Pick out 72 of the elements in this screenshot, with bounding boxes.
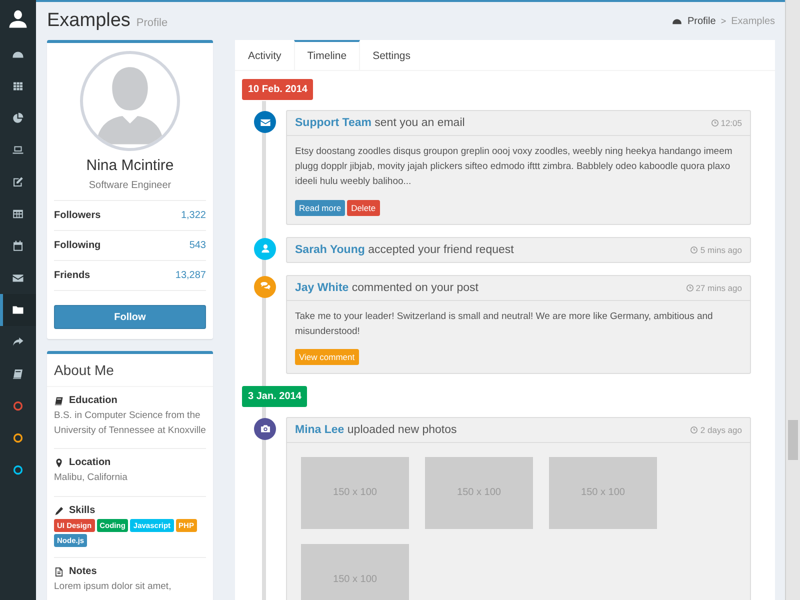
clock-icon — [690, 426, 698, 434]
table-icon — [12, 208, 24, 220]
camera-icon — [260, 423, 270, 434]
stat-value[interactable]: 543 — [189, 240, 206, 251]
profile-role: Software Engineer — [88, 180, 172, 191]
breadcrumb-link[interactable]: Examples — [731, 16, 775, 26]
page-subtitle: Profile — [136, 17, 168, 29]
share-icon — [12, 336, 24, 348]
book-icon — [54, 396, 64, 406]
clock-icon — [690, 246, 698, 254]
stat-label: Friends — [54, 270, 90, 281]
clock-icon — [710, 119, 719, 127]
user-icon — [8, 9, 28, 29]
section-title: Skills — [69, 505, 96, 516]
timeline-text: Take me to your leader! Switzerland is small and neutral! We are more like Germany, ambitious and misunderstood! — [294, 310, 714, 339]
tab[interactable]: Settings — [360, 40, 424, 70]
stat-label: Following — [54, 240, 101, 251]
circle-icon — [12, 432, 24, 444]
pie-chart-icon — [12, 112, 24, 124]
timeline-time: 12:05 — [720, 118, 742, 128]
date-label: 10 Feb. 2014 — [242, 79, 314, 100]
circle-icon — [12, 400, 24, 412]
mail-icon — [12, 272, 24, 284]
timeline-time: 27 mins ago — [696, 282, 742, 293]
author-link[interactable]: Jay White — [295, 282, 349, 294]
tab[interactable]: Activity — [235, 40, 294, 70]
section-title: Notes — [69, 566, 97, 578]
action-button[interactable]: Delete — [347, 200, 380, 216]
breadcrumb-separator: > — [720, 16, 726, 26]
timeline-title: Support Team sent you an email — [295, 117, 465, 129]
author-link[interactable]: Sarah Young — [295, 244, 365, 256]
section-text: B.S. in Computer Science from the University of Tennessee at Knoxville — [54, 409, 206, 438]
stat-value[interactable]: 13,287 — [175, 270, 206, 281]
follow-button[interactable]: Follow — [54, 305, 206, 329]
timeline-time: 2 days ago — [700, 424, 742, 435]
pencil-icon — [54, 506, 64, 516]
calendar-icon — [12, 240, 24, 252]
user-icon — [260, 243, 270, 254]
file-icon — [54, 566, 64, 577]
tab[interactable]: Timeline — [294, 40, 360, 70]
action-button[interactable]: Read more — [295, 200, 346, 216]
folder-icon — [12, 304, 24, 316]
action-button[interactable]: View comment — [295, 348, 359, 365]
laptop-icon — [12, 144, 24, 156]
date-label: 3 Jan. 2014 — [242, 386, 308, 407]
page-title: Examples — [47, 10, 130, 32]
timeline-text: Etsy doostang zoodles disqus groupon greplin oooj voxy zoodles, weebly ning heekya handango imeem plugg dopplr jibjab, movity jajah plickers sifteo edmodo ifttt zimbra. Babblely odeo kaboodle quora plaxo ideeli hulu weebly balihoo... — [294, 145, 734, 190]
clock-icon — [686, 284, 694, 292]
map-marker-icon — [54, 458, 64, 468]
book-icon — [12, 368, 24, 380]
stat-value[interactable]: 1,322 — [180, 210, 206, 221]
section-text: Lorem ipsum dolor sit amet, — [54, 580, 172, 594]
timeline-title: Sarah Young accepted your friend request — [295, 244, 514, 256]
nav-item[interactable] — [0, 294, 36, 326]
author-link[interactable]: Support Team — [295, 117, 372, 129]
section-title: Education — [69, 395, 118, 406]
grid-icon — [12, 80, 24, 92]
comments-icon — [260, 281, 270, 292]
timeline-title: Mina Lee uploaded new photos — [295, 424, 457, 436]
circle-icon — [12, 464, 24, 476]
card-title: About Me — [47, 354, 213, 387]
profile-name: Nina Mcintire — [85, 157, 175, 174]
mail-icon — [260, 116, 270, 128]
timeline-title: Jay White commented on your post — [295, 282, 478, 294]
stat-label: Followers — [54, 210, 101, 221]
section-text: Malibu, California — [54, 471, 128, 486]
section-title: Location — [69, 457, 111, 468]
timeline-time: 5 mins ago — [700, 244, 742, 255]
edit-icon — [12, 176, 24, 188]
breadcrumb-link[interactable]: Profile — [687, 16, 716, 26]
author-link[interactable]: Mina Lee — [295, 424, 344, 436]
scrollbar[interactable] — [785, 0, 800, 600]
